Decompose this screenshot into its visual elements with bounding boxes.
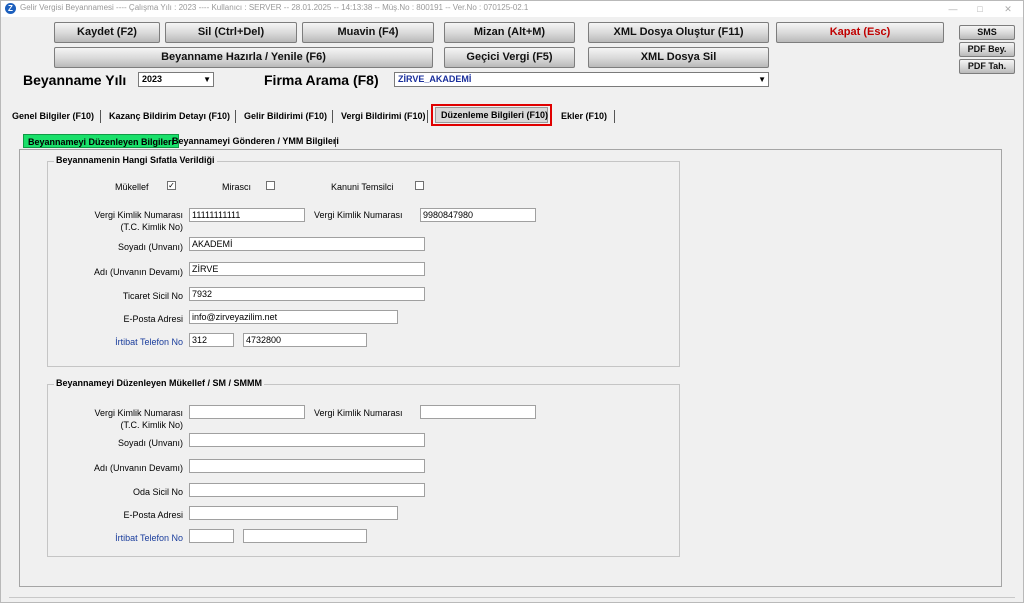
mizan-button[interactable]: Mizan (Alt+M) <box>444 22 575 43</box>
mirasci-label: Mirascı <box>222 182 251 192</box>
vkn2-label: Vergi Kimlik Numarası <box>314 408 403 418</box>
muavin-button[interactable]: Muavin (F4) <box>302 22 434 43</box>
adi-field[interactable]: ZİRVE <box>189 262 425 276</box>
subtab-gonderen[interactable]: Beyannameyi Gönderen / YMM Bilgileri <box>172 134 339 148</box>
tab-vergi-bildirimi[interactable]: Vergi Bildirimi (F10) <box>341 105 426 127</box>
subtab-duzenleyen[interactable]: Beyannameyi Düzenleyen Bilgileri <box>23 134 180 148</box>
preparer-telefon-number-field[interactable] <box>243 529 367 543</box>
telefon-number-field[interactable]: 4732800 <box>243 333 367 347</box>
tab-divider <box>335 137 336 147</box>
preparer-oda-sicil-field[interactable] <box>189 483 425 497</box>
preparer-vkn-field[interactable] <box>189 405 305 419</box>
preparer-telefon-area-field[interactable] <box>189 529 234 543</box>
vkn-label: Vergi Kimlik Numarası <box>94 210 183 220</box>
vkn-field[interactable]: 11111111111 <box>189 208 305 222</box>
minimize-icon[interactable]: — <box>946 2 960 16</box>
kanuni-temsilci-checkbox[interactable] <box>415 181 424 190</box>
preparer-adi-field[interactable] <box>189 459 425 473</box>
save-button[interactable]: Kaydet (F2) <box>54 22 160 43</box>
tab-duzenleme-bilgileri[interactable]: Düzenleme Bilgileri (F10) <box>431 104 552 126</box>
close-window-icon[interactable]: ✕ <box>1001 2 1015 16</box>
telefon-area-field[interactable]: 312 <box>189 333 234 347</box>
prepare-button[interactable]: Beyanname Hazırla / Yenile (F6) <box>54 47 433 68</box>
tab-divider <box>614 110 615 123</box>
tab-kazanc-bildirim[interactable]: Kazanç Bildirim Detayı (F10) <box>109 105 230 127</box>
checkmark-icon: ✓ <box>168 181 175 190</box>
tab-divider <box>427 110 428 123</box>
tckn-label: (T.C. Kimlik No) <box>120 420 184 430</box>
pdf-bey-button[interactable]: PDF Bey. <box>959 42 1015 57</box>
chevron-down-icon: ▼ <box>758 75 766 84</box>
tab-gelir-bildirimi[interactable]: Gelir Bildirimi (F10) <box>244 105 327 127</box>
tab-divider <box>235 110 236 123</box>
soyadi-field[interactable]: AKADEMİ <box>189 237 425 251</box>
title-bar: Z Gelir Vergisi Beyannamesi ---- Çalışma… <box>1 1 1023 17</box>
preparer-soyadi-field[interactable] <box>189 433 425 447</box>
year-value: 2023 <box>142 74 163 84</box>
telefon-label: İrtibat Telefon No <box>115 337 183 347</box>
group-title: Beyannameyi Düzenleyen Mükellef / SM / S… <box>54 378 265 388</box>
tab-divider <box>332 110 333 123</box>
chevron-down-icon: ▼ <box>203 75 211 84</box>
year-label: Beyanname Yılı <box>23 72 127 88</box>
kanuni-temsilci-label: Kanuni Temsilci <box>331 182 394 192</box>
vkn-label: Vergi Kimlik Numarası <box>94 408 183 418</box>
soyadi-label: Soyadı (Unvanı) <box>117 242 183 252</box>
sms-button[interactable]: SMS <box>959 25 1015 40</box>
vkn2-field[interactable]: 9980847980 <box>420 208 536 222</box>
close-button[interactable]: Kapat (Esc) <box>776 22 944 43</box>
ticaret-sicil-field[interactable]: 7932 <box>189 287 425 301</box>
preparer-vkn2-field[interactable] <box>420 405 536 419</box>
mukellef-checkbox[interactable]: ✓ <box>167 181 176 190</box>
eposta-label: E-Posta Adresi <box>123 314 183 324</box>
company-select[interactable]: ZİRVE_AKADEMİ ▼ <box>394 72 769 87</box>
tab-divider <box>100 110 101 123</box>
app-logo-icon: Z <box>5 3 16 14</box>
eposta-label: E-Posta Adresi <box>123 510 183 520</box>
app-window: Z Gelir Vergisi Beyannamesi ---- Çalışma… <box>0 0 1024 603</box>
telefon-label: İrtibat Telefon No <box>115 533 183 543</box>
year-select[interactable]: 2023 ▼ <box>138 72 214 87</box>
preparer-eposta-field[interactable] <box>189 506 398 520</box>
company-value: ZİRVE_AKADEMİ <box>398 74 472 84</box>
tab-duzenleme-label: Düzenleme Bilgileri (F10) <box>435 107 548 123</box>
ticaret-sicil-label: Ticaret Sicil No <box>122 291 183 301</box>
tab-ekler[interactable]: Ekler (F10) <box>561 105 607 127</box>
oda-sicil-label: Oda Sicil No <box>132 487 183 497</box>
adi-label: Adı (Unvanın Devamı) <box>93 463 183 473</box>
adi-label: Adı (Unvanın Devamı) <box>93 267 183 277</box>
temp-tax-button[interactable]: Geçici Vergi (F5) <box>444 47 575 68</box>
tab-genel-bilgiler[interactable]: Genel Bilgiler (F10) <box>12 105 94 127</box>
xml-delete-button[interactable]: XML Dosya Sil <box>588 47 769 68</box>
xml-create-button[interactable]: XML Dosya Oluştur (F11) <box>588 22 769 43</box>
delete-button[interactable]: Sil (Ctrl+Del) <box>165 22 297 43</box>
mukellef-label: Mükellef <box>115 182 149 192</box>
group-title: Beyannamenin Hangi Sıfatla Verildiği <box>54 155 217 165</box>
vkn2-label: Vergi Kimlik Numarası <box>314 210 403 220</box>
mirasci-checkbox[interactable] <box>266 181 275 190</box>
maximize-icon[interactable]: □ <box>973 2 987 16</box>
status-divider <box>9 597 1015 598</box>
tckn-label: (T.C. Kimlik No) <box>120 222 184 232</box>
soyadi-label: Soyadı (Unvanı) <box>117 438 183 448</box>
pdf-tah-button[interactable]: PDF Tah. <box>959 59 1015 74</box>
window-title: Gelir Vergisi Beyannamesi ---- Çalışma Y… <box>20 3 529 12</box>
eposta-field[interactable]: info@zirveyazilim.net <box>189 310 398 324</box>
company-search-label: Firma Arama (F8) <box>264 72 379 88</box>
